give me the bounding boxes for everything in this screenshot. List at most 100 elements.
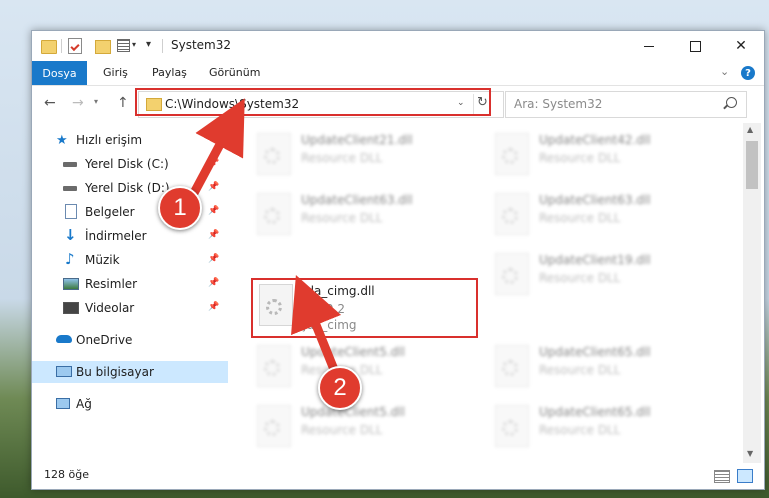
help-icon[interactable]: ?	[741, 66, 755, 80]
toolbar-separator	[61, 39, 62, 53]
tab-view[interactable]: Görünüm	[209, 66, 260, 79]
sidebar-item-label: Yerel Disk (D:)	[85, 181, 170, 195]
star-icon: ★	[56, 133, 68, 148]
scroll-up-icon[interactable]: ▲	[747, 125, 753, 134]
file-highlight-box	[251, 278, 478, 338]
file-type: Resource DLL	[301, 423, 383, 437]
scroll-down-icon[interactable]: ▼	[747, 449, 753, 458]
chevron-down-icon[interactable]: ▾	[132, 40, 136, 56]
maximize-icon	[689, 40, 701, 52]
video-icon	[63, 302, 79, 314]
details-view-icon[interactable]	[714, 470, 730, 483]
expand-ribbon-icon[interactable]: ⌄	[720, 65, 729, 78]
search-icon[interactable]	[726, 97, 737, 108]
sidebar-item-label: Ağ	[76, 397, 92, 411]
sidebar-item-label: Yerel Disk (C:)	[85, 157, 169, 171]
file-type: Resource DLL	[539, 151, 621, 165]
file-type: Resource DLL	[539, 423, 621, 437]
list-item[interactable]: UpdateClient42.dll Resource DLL	[489, 129, 719, 185]
list-item[interactable]: UpdateClient63.dll Resource DLL	[251, 189, 481, 245]
up-button[interactable]: ↑	[117, 95, 129, 111]
file-list: UpdateClient21.dll Resource DLL UpdateCl…	[229, 123, 743, 463]
step-badge-2: 2	[318, 366, 362, 410]
list-item[interactable]: UpdateClient5.dll Resource DLL	[251, 341, 481, 397]
toolbar-separator	[162, 39, 163, 53]
list-item[interactable]: UpdateClient21.dll Resource DLL	[251, 129, 481, 185]
dll-file-icon	[495, 133, 529, 175]
file-type: Resource DLL	[539, 363, 621, 377]
dll-file-icon	[257, 133, 291, 175]
search-input[interactable]: Ara: System32	[505, 91, 747, 118]
pin-icon[interactable]: 📌	[208, 182, 219, 192]
document-icon	[65, 204, 77, 219]
list-item[interactable]: UpdateClient65.dll Resource DLL	[489, 401, 719, 457]
tab-home[interactable]: Giriş	[103, 66, 128, 79]
pin-icon[interactable]: 📌	[208, 206, 219, 216]
cloud-icon	[56, 335, 72, 343]
computer-icon	[56, 366, 72, 377]
sidebar-item-label: Bu bilgisayar	[76, 365, 154, 379]
sidebar-item-pictures[interactable]: Resimler 📌	[32, 273, 228, 295]
dll-file-icon	[495, 345, 529, 387]
sidebar-item-label: OneDrive	[76, 333, 133, 347]
list-item[interactable]: UpdateClient65.dll Resource DLL	[489, 341, 719, 397]
maximize-button[interactable]	[672, 31, 718, 61]
file-name: UpdateClient5.dll	[301, 405, 405, 419]
pictures-icon	[63, 278, 79, 290]
scroll-thumb[interactable]	[746, 141, 758, 189]
drive-icon	[63, 162, 77, 167]
minimize-icon	[644, 45, 654, 47]
sidebar-item-network[interactable]: Ağ	[32, 393, 228, 415]
pin-icon[interactable]: 📌	[208, 302, 219, 312]
step-badge-1: 1	[158, 186, 202, 230]
large-icons-view-icon[interactable]	[737, 469, 753, 483]
pin-icon[interactable]: 📌	[208, 278, 219, 288]
forward-button[interactable]: →	[72, 95, 84, 111]
tab-file[interactable]: Dosya	[32, 61, 87, 85]
dll-file-icon	[257, 345, 291, 387]
sidebar-item-label: Resimler	[85, 277, 138, 291]
new-folder-icon[interactable]	[95, 40, 111, 54]
minimize-button[interactable]	[626, 31, 672, 61]
tab-share[interactable]: Paylaş	[152, 66, 187, 79]
pin-icon[interactable]: 📌	[208, 254, 219, 264]
list-item[interactable]: UpdateClient19.dll Resource DLL	[489, 249, 719, 305]
file-name: UpdateClient42.dll	[539, 133, 651, 147]
pin-icon[interactable]: 📌	[208, 230, 219, 240]
sidebar-item-music[interactable]: ♪ Müzik 📌	[32, 249, 228, 271]
list-item[interactable]: UpdateClient63.dll Resource DLL	[489, 189, 719, 245]
sidebar-item-quick-access[interactable]: ★ Hızlı erişim	[32, 129, 228, 151]
music-icon: ♪	[65, 250, 75, 268]
folder-icon[interactable]	[41, 40, 57, 54]
file-type: Resource DLL	[539, 271, 621, 285]
vertical-scrollbar[interactable]: ▲ ▼	[743, 123, 761, 463]
recent-locations-icon[interactable]: ▾	[94, 97, 98, 106]
window-title: System32	[171, 38, 232, 52]
file-name: UpdateClient65.dll	[539, 405, 651, 419]
file-type: Resource DLL	[539, 211, 621, 225]
dll-file-icon	[495, 405, 529, 447]
file-name: UpdateClient5.dll	[301, 345, 405, 359]
back-button[interactable]: ←	[44, 95, 56, 111]
list-item[interactable]: UpdateClient5.dll Resource DLL	[251, 401, 481, 457]
sidebar-item-downloads[interactable]: ↓ İndirmeler 📌	[32, 225, 228, 247]
file-name: UpdateClient65.dll	[539, 345, 651, 359]
sidebar-item-onedrive[interactable]: OneDrive	[32, 329, 228, 351]
close-button[interactable]: ✕	[718, 31, 764, 61]
customize-toolbar-icon[interactable]: ▾	[146, 39, 151, 55]
network-icon	[56, 398, 70, 409]
sidebar-item-disk-c[interactable]: Yerel Disk (C:) 📌	[32, 153, 228, 175]
sidebar-item-label: Belgeler	[85, 205, 135, 219]
dll-file-icon	[495, 193, 529, 235]
status-bar: 128 öğe	[32, 463, 764, 489]
sidebar-item-label: İndirmeler	[85, 229, 147, 243]
view-options-icon[interactable]	[117, 39, 130, 52]
pin-icon[interactable]: 📌	[208, 158, 219, 168]
file-name: UpdateClient21.dll	[301, 133, 413, 147]
search-placeholder: Ara: System32	[514, 97, 603, 111]
properties-icon[interactable]	[68, 38, 82, 54]
dll-file-icon	[495, 253, 529, 295]
sidebar-item-this-pc[interactable]: Bu bilgisayar	[32, 361, 228, 383]
sidebar-item-videos[interactable]: Videolar 📌	[32, 297, 228, 319]
title-bar: ▾ ▾ System32 ✕	[32, 31, 764, 61]
